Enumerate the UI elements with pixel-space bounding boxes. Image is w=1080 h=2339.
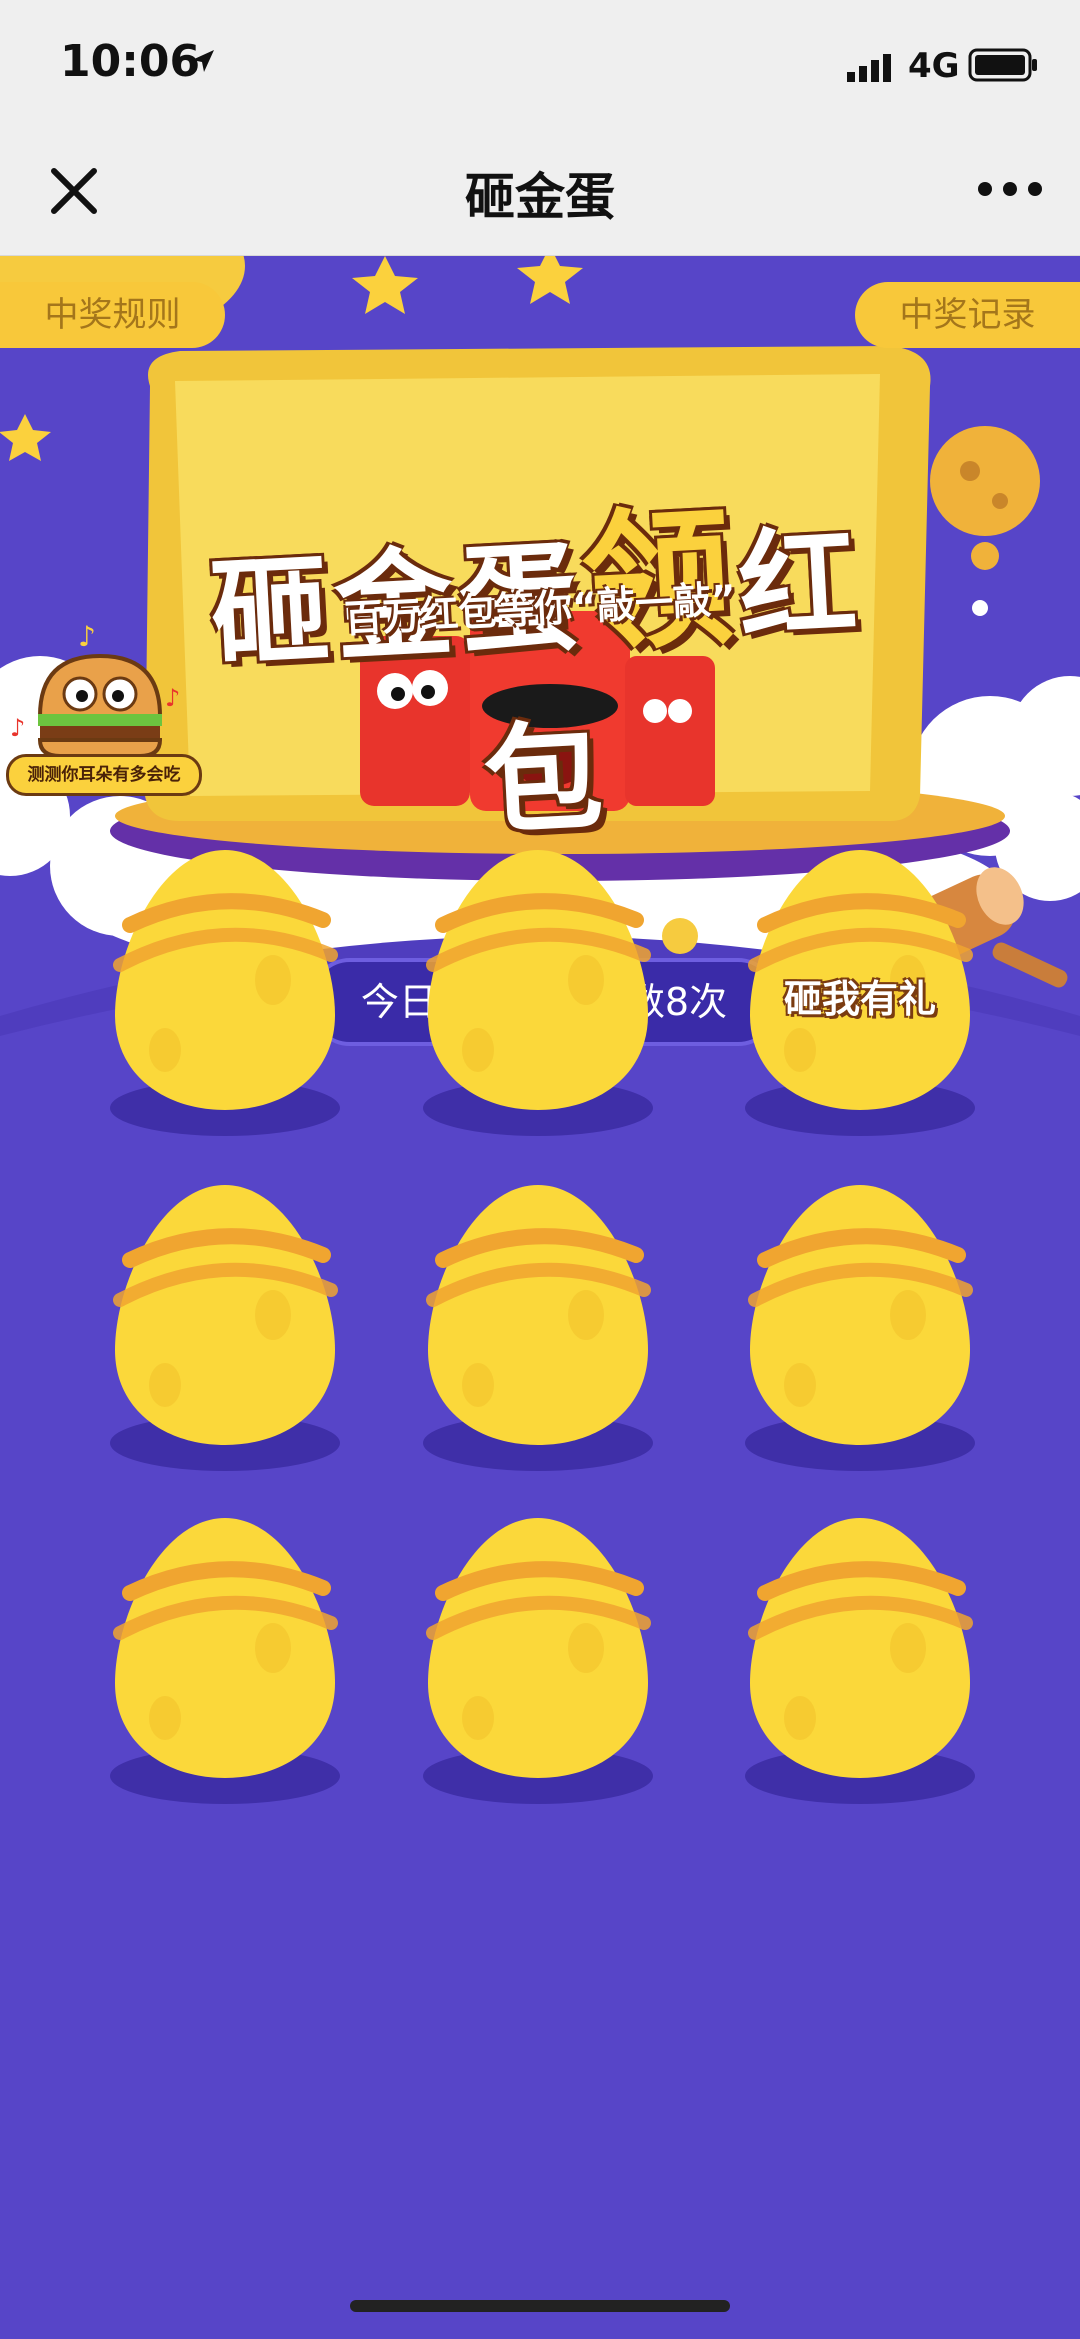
page-title: 砸金蛋 [465,168,615,226]
battery-icon [968,48,1037,82]
egg-highlight-label: 砸我有礼 [783,977,936,1021]
egg-icon [745,1185,975,1471]
network-type: 4G [908,46,960,86]
banner-title: 砸金蛋领红包 [150,446,929,873]
svg-text:♪: ♪ [78,620,96,653]
signal-icon [847,54,891,82]
golden-egg[interactable]: 砸我有礼 [740,840,980,1140]
egg-icon [423,1518,653,1804]
status-bar: 10:06 4G [0,0,1080,135]
golden-egg[interactable] [418,840,658,1140]
egg-icon [110,1185,340,1471]
status-time: 10:06 [60,36,201,87]
golden-egg[interactable] [105,1508,345,1808]
more-icon[interactable] [975,177,1045,201]
golden-egg[interactable] [740,1175,980,1475]
rules-button[interactable]: 中奖规则 [0,282,225,348]
game-area: 中奖规则 中奖记录 砸金蛋领红包 百万红包等你“敲一敲” ♪ ♪ ♪ 测测你耳朵… [0,256,1080,2339]
svg-text:♪: ♪ [165,684,180,712]
egg-icon [110,1518,340,1804]
egg-icon [423,850,653,1136]
golden-egg[interactable] [105,840,345,1140]
svg-text:♪: ♪ [10,714,25,742]
egg-icon [423,1185,653,1471]
golden-egg[interactable] [418,1508,658,1808]
golden-egg[interactable] [105,1175,345,1475]
egg-icon [745,1518,975,1804]
egg-icon [110,850,340,1136]
records-button[interactable]: 中奖记录 [855,282,1080,348]
location-arrow-icon [192,50,214,72]
golden-egg[interactable] [418,1175,658,1475]
nav-bar: 砸金蛋 [0,135,1080,256]
burger-caption[interactable]: 测测你耳朵有多会吃 [6,754,202,796]
home-indicator[interactable] [350,2300,730,2312]
golden-egg[interactable] [740,1508,980,1808]
